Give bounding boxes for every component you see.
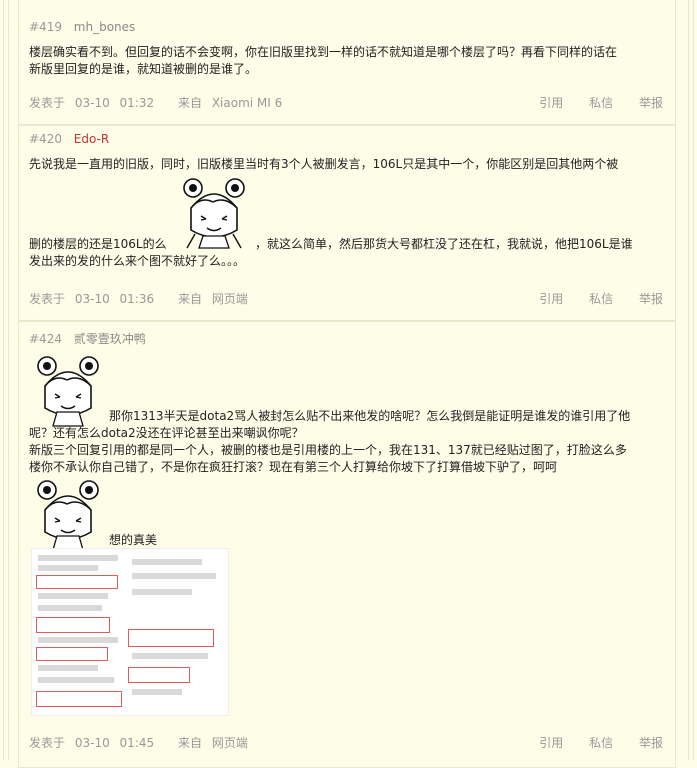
sticker-girl-icon <box>31 476 105 552</box>
post-time: 01:32 <box>119 96 155 110</box>
post-text-line: 楼层确实看不到。但回复的话不会变啊，你在旧版里找到一样的话不就知道是哪个楼层了吗… <box>29 45 618 59</box>
post-header: #424 贰零壹玖冲鸭 <box>29 330 146 347</box>
from-label: 来自 <box>177 292 202 306</box>
floor-number[interactable]: #424 <box>29 332 62 346</box>
post-text-line: 发出来的发的什么来个图不就好了么。。。 <box>29 254 246 268</box>
post-meta: 发表于 03-10 01:32 来自 Xiaomi MI 6 <box>29 96 288 110</box>
message-button[interactable]: 私信 <box>589 96 613 110</box>
left-border <box>0 0 9 760</box>
post-text-line: 想的真美 <box>109 533 158 547</box>
report-button[interactable]: 举报 <box>639 96 663 110</box>
post-date: 03-10 <box>74 736 110 750</box>
post-419: #419 mh_bones 楼层确实看不到。但回复的话不会变啊，你在旧版里找到一… <box>18 0 676 125</box>
post-text-line: 那你1313半天是dota2骂人被封怎么贴不出来他发的啥呢？怎么我倒是能证明是谁… <box>109 409 631 423</box>
post-time: 01:36 <box>119 292 155 306</box>
post-date: 03-10 <box>74 96 110 110</box>
quote-button[interactable]: 引用 <box>539 736 563 750</box>
post-time: 01:45 <box>119 736 155 750</box>
posted-label: 发表于 <box>29 736 66 750</box>
post-header: #420 Edo-R <box>29 132 109 146</box>
post-text-line: 新版里回复的是谁，就知道被删的是谁了。 <box>29 62 258 76</box>
author-name[interactable]: mh_bones <box>74 20 136 34</box>
message-button[interactable]: 私信 <box>589 736 613 750</box>
posted-label: 发表于 <box>29 96 66 110</box>
author-name[interactable]: 贰零壹玖冲鸭 <box>74 332 146 346</box>
post-420: #420 Edo-R 先说我是一直用的旧版，同时，旧版楼里当时有3个人被删发言，… <box>18 125 676 321</box>
post-meta: 发表于 03-10 01:36 来自 网页端 <box>29 292 254 306</box>
post-text-line: 删的楼层的还是106L的么 <box>29 237 167 251</box>
post-actions: 引用 私信 举报 <box>517 94 663 111</box>
sticker-girl-icon <box>177 174 251 250</box>
floor-number[interactable]: #420 <box>29 132 62 146</box>
post-text-line: 楼你不承认你自己错了，不是你在疯狂打滚？现在有第三个人打算给你坡下了打算借坡下驴… <box>29 460 558 474</box>
message-button[interactable]: 私信 <box>589 292 613 306</box>
report-button[interactable]: 举报 <box>639 736 663 750</box>
post-source: 网页端 <box>211 736 248 750</box>
from-label: 来自 <box>177 96 202 110</box>
right-border <box>688 0 697 760</box>
forum-thread: #419 mh_bones 楼层确实看不到。但回复的话不会变啊，你在旧版里找到一… <box>0 0 697 768</box>
post-text-line: 呢？还有怎么dota2没还在评论甚至出来嘲讽你呢？ <box>29 426 304 440</box>
post-actions: 引用 私信 举报 <box>517 734 663 751</box>
report-button[interactable]: 举报 <box>639 292 663 306</box>
post-header: #419 mh_bones <box>29 20 135 34</box>
post-actions: 引用 私信 举报 <box>517 290 663 307</box>
post-text-line: 新版三个回复引用的都是同一个人，被删的楼也是引用楼的上一个，我在131、137就… <box>29 443 627 457</box>
post-footer: 发表于 03-10 01:32 来自 Xiaomi MI 6 引用 私信 举报 <box>29 94 663 112</box>
post-footer: 发表于 03-10 01:45 来自 网页端 引用 私信 举报 <box>29 734 663 752</box>
post-source: 网页端 <box>211 292 248 306</box>
posted-label: 发表于 <box>29 292 66 306</box>
post-source: Xiaomi MI 6 <box>211 96 283 110</box>
from-label: 来自 <box>177 736 202 750</box>
sticker-girl-icon <box>31 352 105 428</box>
quote-button[interactable]: 引用 <box>539 96 563 110</box>
author-name[interactable]: Edo-R <box>74 132 109 146</box>
floor-number[interactable]: #419 <box>29 20 62 34</box>
post-text-line: ，就这么简单，然后那货大号都杠没了还在杠，我就说，他把106L是谁 <box>255 237 633 251</box>
post-meta: 发表于 03-10 01:45 来自 网页端 <box>29 736 254 750</box>
post-date: 03-10 <box>74 292 110 306</box>
attached-screenshot-image[interactable] <box>31 548 229 716</box>
quote-button[interactable]: 引用 <box>539 292 563 306</box>
post-424: #424 贰零壹玖冲鸭 那你1313半天是dota2骂人被封怎么贴不出来他发的啥… <box>18 321 676 768</box>
post-footer: 发表于 03-10 01:36 来自 网页端 引用 私信 举报 <box>29 290 663 308</box>
post-text-line: 先说我是一直用的旧版，同时，旧版楼里当时有3个人被删发言，106L只是其中一个，… <box>29 157 619 171</box>
